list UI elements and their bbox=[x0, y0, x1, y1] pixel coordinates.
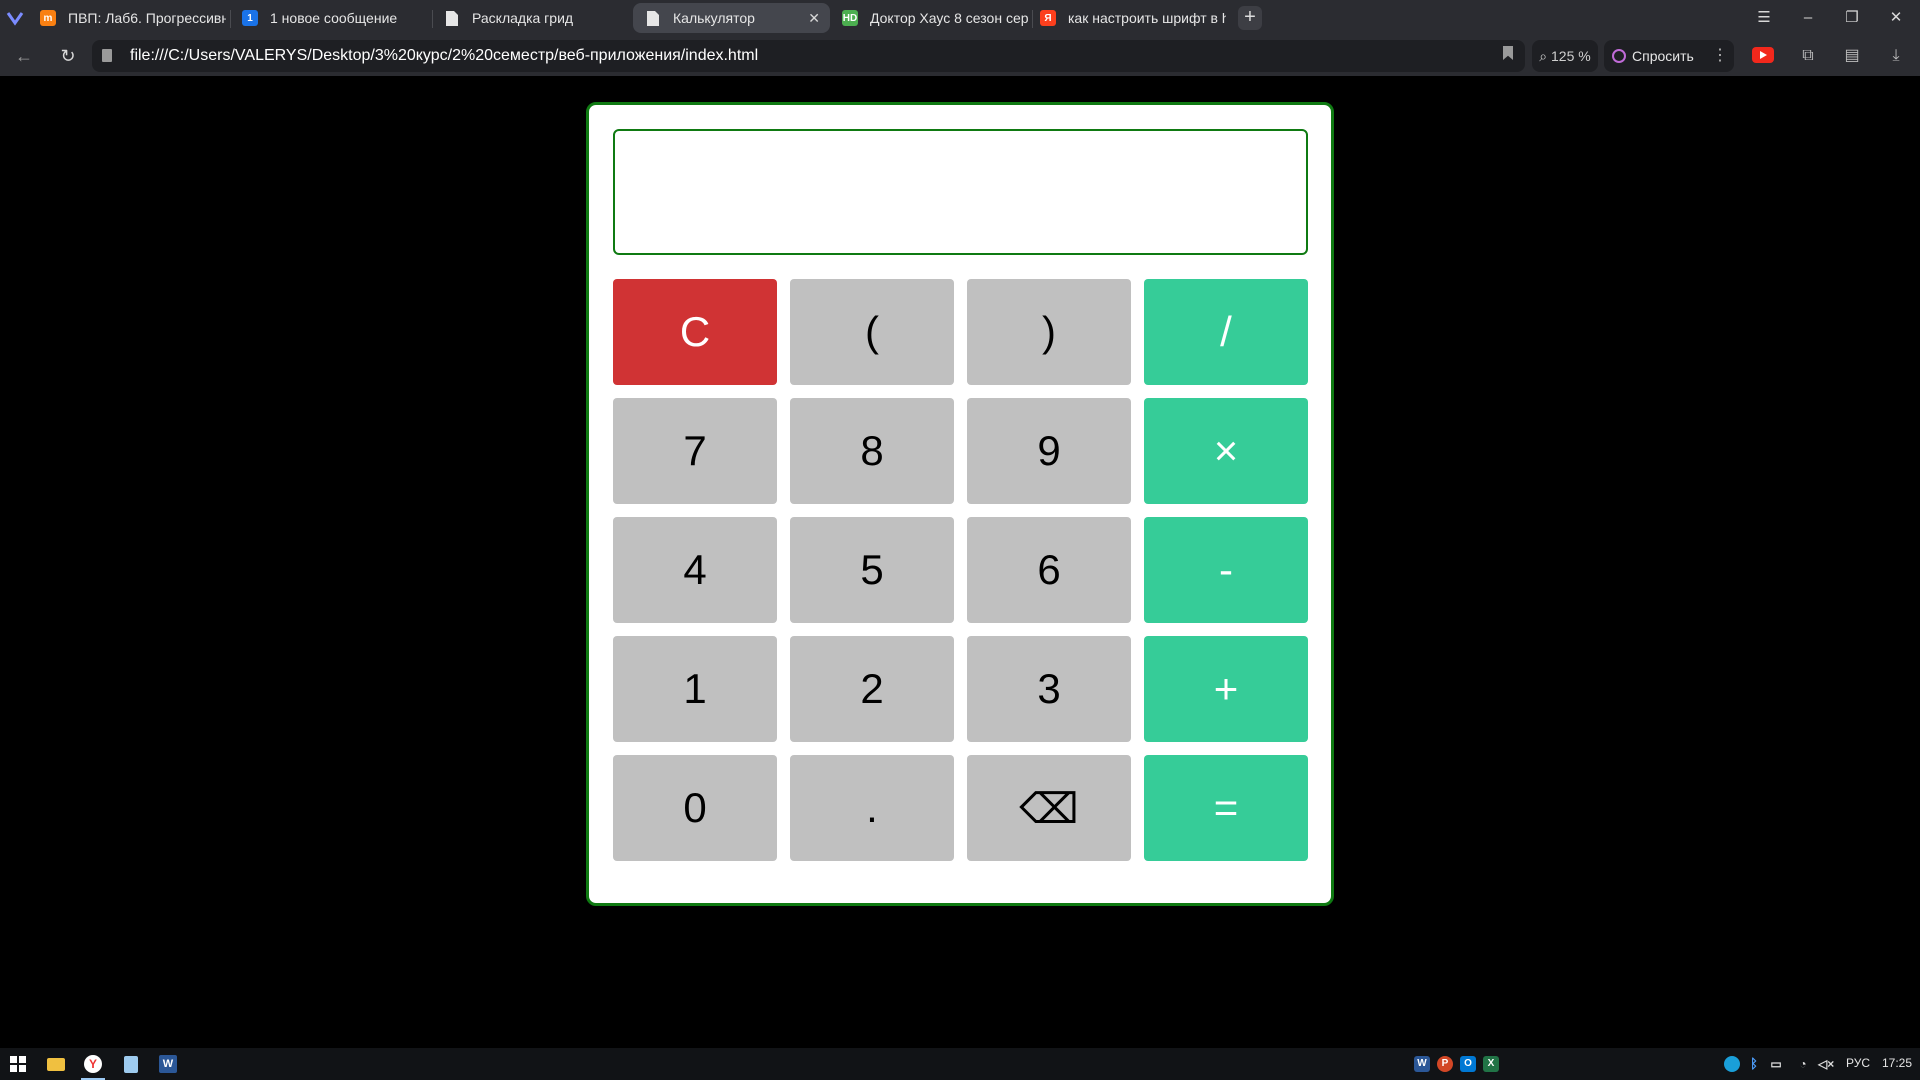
bluetooth-icon[interactable]: ᛒ bbox=[1746, 1056, 1762, 1072]
file-explorer-icon[interactable] bbox=[44, 1052, 68, 1076]
language-indicator[interactable]: РУС bbox=[1846, 1056, 1870, 1070]
back-arrow-icon[interactable]: ← bbox=[12, 44, 36, 68]
tab-3[interactable]: Раскладка грид bbox=[440, 3, 630, 33]
close-tab-icon[interactable]: ✕ bbox=[808, 10, 820, 27]
clock[interactable]: 17:25 bbox=[1882, 1056, 1912, 1070]
add-button[interactable]: + bbox=[1144, 636, 1308, 742]
alice-icon bbox=[1612, 49, 1626, 63]
url-text: file:///C:/Users/VALERYS/Desktop/3%20кур… bbox=[130, 47, 759, 64]
windows-taskbar: Y W W P O X ᛒ ▭ ◔ ◁× РУС 17:25 bbox=[0, 1048, 1920, 1080]
downloads-icon[interactable]: ⤓ bbox=[1884, 44, 1908, 68]
word-icon[interactable]: W bbox=[156, 1052, 180, 1076]
tab-separator bbox=[1032, 10, 1033, 28]
bookmark-icon[interactable] bbox=[1503, 46, 1513, 60]
yandex-search-icon: Я bbox=[1040, 10, 1056, 26]
outlook-tray-icon[interactable]: O bbox=[1460, 1056, 1476, 1072]
tab-separator bbox=[230, 10, 231, 28]
digit-7-button[interactable]: 7 bbox=[613, 398, 777, 504]
address-bar[interactable]: file:///C:/Users/VALERYS/Desktop/3%20кур… bbox=[92, 40, 1525, 72]
tab-title: 1 новое сообщение bbox=[270, 10, 398, 26]
tab-title: как настроить шрифт в ht bbox=[1068, 10, 1226, 26]
extensions-icon[interactable]: ⧉ bbox=[1796, 44, 1820, 68]
digit-5-button[interactable]: 5 bbox=[790, 517, 954, 623]
digit-8-button[interactable]: 8 bbox=[790, 398, 954, 504]
powerpoint-tray-icon[interactable]: P bbox=[1437, 1056, 1453, 1072]
moodle-icon: m bbox=[40, 10, 56, 26]
word-tray-icon[interactable]: W bbox=[1414, 1056, 1430, 1072]
close-window-icon[interactable]: ✕ bbox=[1884, 6, 1908, 30]
tab-separator bbox=[432, 10, 433, 28]
ask-button-label: Спросить bbox=[1632, 48, 1694, 64]
tab-title: Калькулятор bbox=[673, 10, 755, 26]
youtube-icon[interactable] bbox=[1752, 47, 1774, 63]
file-page-icon bbox=[102, 49, 112, 62]
backspace-button[interactable]: ⌫ bbox=[967, 755, 1131, 861]
wifi-icon[interactable]: ◔ bbox=[1795, 1056, 1811, 1072]
digit-6-button[interactable]: 6 bbox=[967, 517, 1131, 623]
collections-icon[interactable]: ▤ bbox=[1840, 44, 1864, 68]
clear-button[interactable]: C bbox=[613, 279, 777, 385]
tab-4[interactable]: Калькулятор ✕ bbox=[633, 3, 830, 33]
digit-9-button[interactable]: 9 bbox=[967, 398, 1131, 504]
zoom-indicator[interactable]: ⌕ 125 % bbox=[1532, 40, 1598, 72]
reload-icon[interactable]: ↻ bbox=[56, 44, 80, 68]
document-icon bbox=[444, 10, 460, 26]
divide-button[interactable]: / bbox=[1144, 279, 1308, 385]
tab-title: ПВП: Лаб6. Прогрессивн bbox=[68, 10, 226, 26]
digit-3-button[interactable]: 3 bbox=[967, 636, 1131, 742]
sync-tray-icon[interactable] bbox=[1724, 1056, 1740, 1072]
tab-title: Раскладка грид bbox=[472, 10, 574, 26]
decimal-button[interactable]: . bbox=[790, 755, 954, 861]
subtract-button[interactable]: - bbox=[1144, 517, 1308, 623]
new-tab-button[interactable]: + bbox=[1238, 6, 1262, 30]
zoom-level: 125 % bbox=[1551, 48, 1591, 64]
document-icon bbox=[645, 10, 661, 26]
tab-title: Доктор Хаус 8 сезон сері bbox=[870, 10, 1028, 26]
yandex-browser-icon[interactable]: Y bbox=[81, 1052, 105, 1080]
calculator: C()/ 7 8 9 × 4 5 6- 1 2 3 +0. ⌫ = bbox=[586, 102, 1334, 906]
digit-4-button[interactable]: 4 bbox=[613, 517, 777, 623]
volume-muted-icon[interactable]: ◁× bbox=[1818, 1056, 1834, 1072]
start-icon[interactable] bbox=[6, 1052, 30, 1076]
more-options-icon[interactable]: ⋮ bbox=[1708, 44, 1732, 68]
browser-menu-icon[interactable]: ☰ bbox=[1752, 6, 1776, 30]
calculator-display[interactable] bbox=[613, 129, 1308, 255]
digit-0-button[interactable]: 0 bbox=[613, 755, 777, 861]
open-paren-button[interactable]: ( bbox=[790, 279, 954, 385]
equals-button[interactable]: = bbox=[1144, 755, 1308, 861]
tab-1[interactable]: m ПВП: Лаб6. Прогрессивн bbox=[36, 3, 226, 33]
tab-strip: m ПВП: Лаб6. Прогрессивн 1 1 новое сообщени… bbox=[0, 0, 1920, 36]
tab-2[interactable]: 1 1 новое сообщение bbox=[238, 3, 428, 33]
tab-5[interactable]: HD Доктор Хаус 8 сезон сері bbox=[838, 3, 1028, 33]
multiply-button[interactable]: × bbox=[1144, 398, 1308, 504]
restore-icon[interactable]: ❐ bbox=[1840, 6, 1864, 30]
browser-toolbar: ← ↻ file:///C:/Users/VALERYS/Desktop/3%2… bbox=[0, 36, 1920, 76]
minimize-icon[interactable]: – bbox=[1796, 6, 1820, 30]
hd-video-icon: HD bbox=[842, 10, 858, 26]
battery-icon[interactable]: ▭ bbox=[1768, 1056, 1784, 1072]
close-paren-button[interactable]: ) bbox=[967, 279, 1131, 385]
digit-1-button[interactable]: 1 bbox=[613, 636, 777, 742]
excel-tray-icon[interactable]: X bbox=[1483, 1056, 1499, 1072]
mail-icon: 1 bbox=[242, 10, 258, 26]
digit-2-button[interactable]: 2 bbox=[790, 636, 954, 742]
tab-6[interactable]: Якак настроить шрифт в ht bbox=[1036, 3, 1226, 33]
notepad-icon[interactable] bbox=[119, 1052, 143, 1076]
zoom-icon: ⌕ bbox=[1539, 48, 1552, 64]
browser-logo-icon[interactable] bbox=[6, 9, 24, 27]
